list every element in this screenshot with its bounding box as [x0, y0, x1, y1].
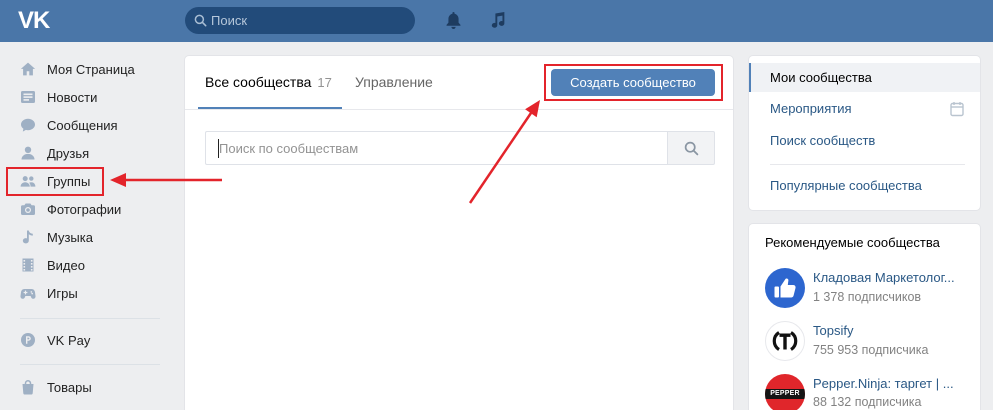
camera-icon [20, 201, 36, 217]
pepper-logo-icon[interactable]: PEPPER [765, 374, 805, 410]
sidebar-item-photos[interactable]: Фотографии [0, 195, 170, 223]
communities-menu: Мои сообщества Мероприятия Поиск сообщес… [749, 56, 980, 210]
sidebar-item-label: Фотографии [47, 201, 122, 217]
sidebar-item-news[interactable]: Новости [0, 83, 170, 111]
calendar-icon[interactable] [950, 101, 964, 117]
sidebar-item-label: Друзья [47, 145, 90, 161]
recommended-title: Рекомендуемые сообщества [765, 235, 940, 250]
vkpay-icon [20, 332, 36, 348]
annotation-highlight-groups [6, 167, 104, 196]
sidebar-item-music[interactable]: Музыка [0, 223, 170, 251]
communities-search-input[interactable] [206, 132, 667, 164]
tab-label: Все сообщества [205, 74, 312, 90]
sidebar-item-my-page[interactable]: Моя Страница [0, 55, 170, 83]
home-icon [20, 61, 36, 77]
communities-count: 17 [317, 75, 332, 90]
sidebar-divider [20, 318, 160, 319]
community-name-link[interactable]: Topsify [813, 322, 967, 340]
gamepad-icon [20, 285, 36, 301]
sidebar-item-label: Товары [47, 379, 92, 395]
menu-search-communities[interactable]: Поиск сообществ [749, 127, 980, 155]
top-header: VK [0, 0, 993, 42]
search-icon [684, 141, 699, 156]
communities-search-field[interactable] [205, 131, 667, 165]
sidebar-item-messages[interactable]: Сообщения [0, 111, 170, 139]
topsify-logo-icon[interactable] [765, 321, 805, 361]
communities-search-button[interactable] [667, 131, 715, 165]
annotation-highlight-create-button [544, 64, 723, 101]
sidebar-divider [20, 364, 160, 365]
menu-events-label: Мероприятия [770, 101, 852, 116]
sidebar-item-vk-pay[interactable]: VK Pay [0, 326, 170, 354]
film-icon [20, 257, 36, 273]
shopping-bag-icon [20, 379, 36, 395]
sidebar-item-label: Моя Страница [47, 61, 135, 77]
friends-icon [20, 145, 36, 161]
bell-icon[interactable] [445, 11, 462, 30]
menu-my-communities[interactable]: Мои сообщества [749, 63, 980, 92]
pepper-logo-text: PEPPER [765, 389, 805, 399]
sidebar-item-label: Сообщения [47, 117, 118, 133]
left-sidebar: Моя Страница Новости Сообщения Друзья Гр… [0, 55, 170, 410]
sidebar-item-video[interactable]: Видео [0, 251, 170, 279]
text-cursor [218, 139, 219, 158]
sidebar-item-games[interactable]: Игры [0, 279, 170, 307]
community-subscribers: 88 132 подписчика [813, 395, 922, 409]
menu-popular-communities[interactable]: Популярные сообщества [749, 172, 980, 200]
news-icon [20, 89, 36, 105]
menu-events[interactable]: Мероприятия [749, 95, 980, 123]
menu-divider [770, 164, 965, 165]
music-icon[interactable] [489, 11, 506, 30]
global-search[interactable] [185, 7, 415, 34]
sidebar-item-market[interactable]: Товары [0, 373, 170, 401]
sidebar-item-label: Видео [47, 257, 85, 273]
sidebar-item-label: Новости [47, 89, 98, 105]
tab-manage[interactable]: Управление [355, 56, 433, 109]
recommended-communities: Рекомендуемые сообщества Кладовая Маркет… [749, 224, 980, 410]
tabs-divider [185, 109, 733, 110]
sidebar-item-label: Игры [47, 285, 78, 301]
communities-panel: Все сообщества 17 Управление Создать сооб… [185, 56, 733, 410]
community-name-link[interactable]: Кладовая Маркетолог... [813, 269, 967, 287]
community-subscribers: 755 953 подписчика [813, 343, 929, 357]
thumbs-up-icon[interactable] [765, 268, 805, 308]
messages-icon [20, 117, 36, 133]
community-subscribers: 1 378 подписчиков [813, 290, 922, 304]
search-icon [194, 14, 207, 27]
vk-logo[interactable]: VK [18, 7, 50, 35]
sidebar-item-friends[interactable]: Друзья [0, 139, 170, 167]
global-search-input[interactable] [211, 7, 407, 34]
tab-all-communities[interactable]: Все сообщества 17 [205, 56, 332, 109]
sidebar-item-label: VK Pay [47, 332, 91, 348]
music-note-icon [20, 229, 36, 245]
sidebar-item-label: Музыка [47, 229, 93, 245]
community-name-link[interactable]: Pepper.Ninja: таргет | ... [813, 375, 967, 393]
